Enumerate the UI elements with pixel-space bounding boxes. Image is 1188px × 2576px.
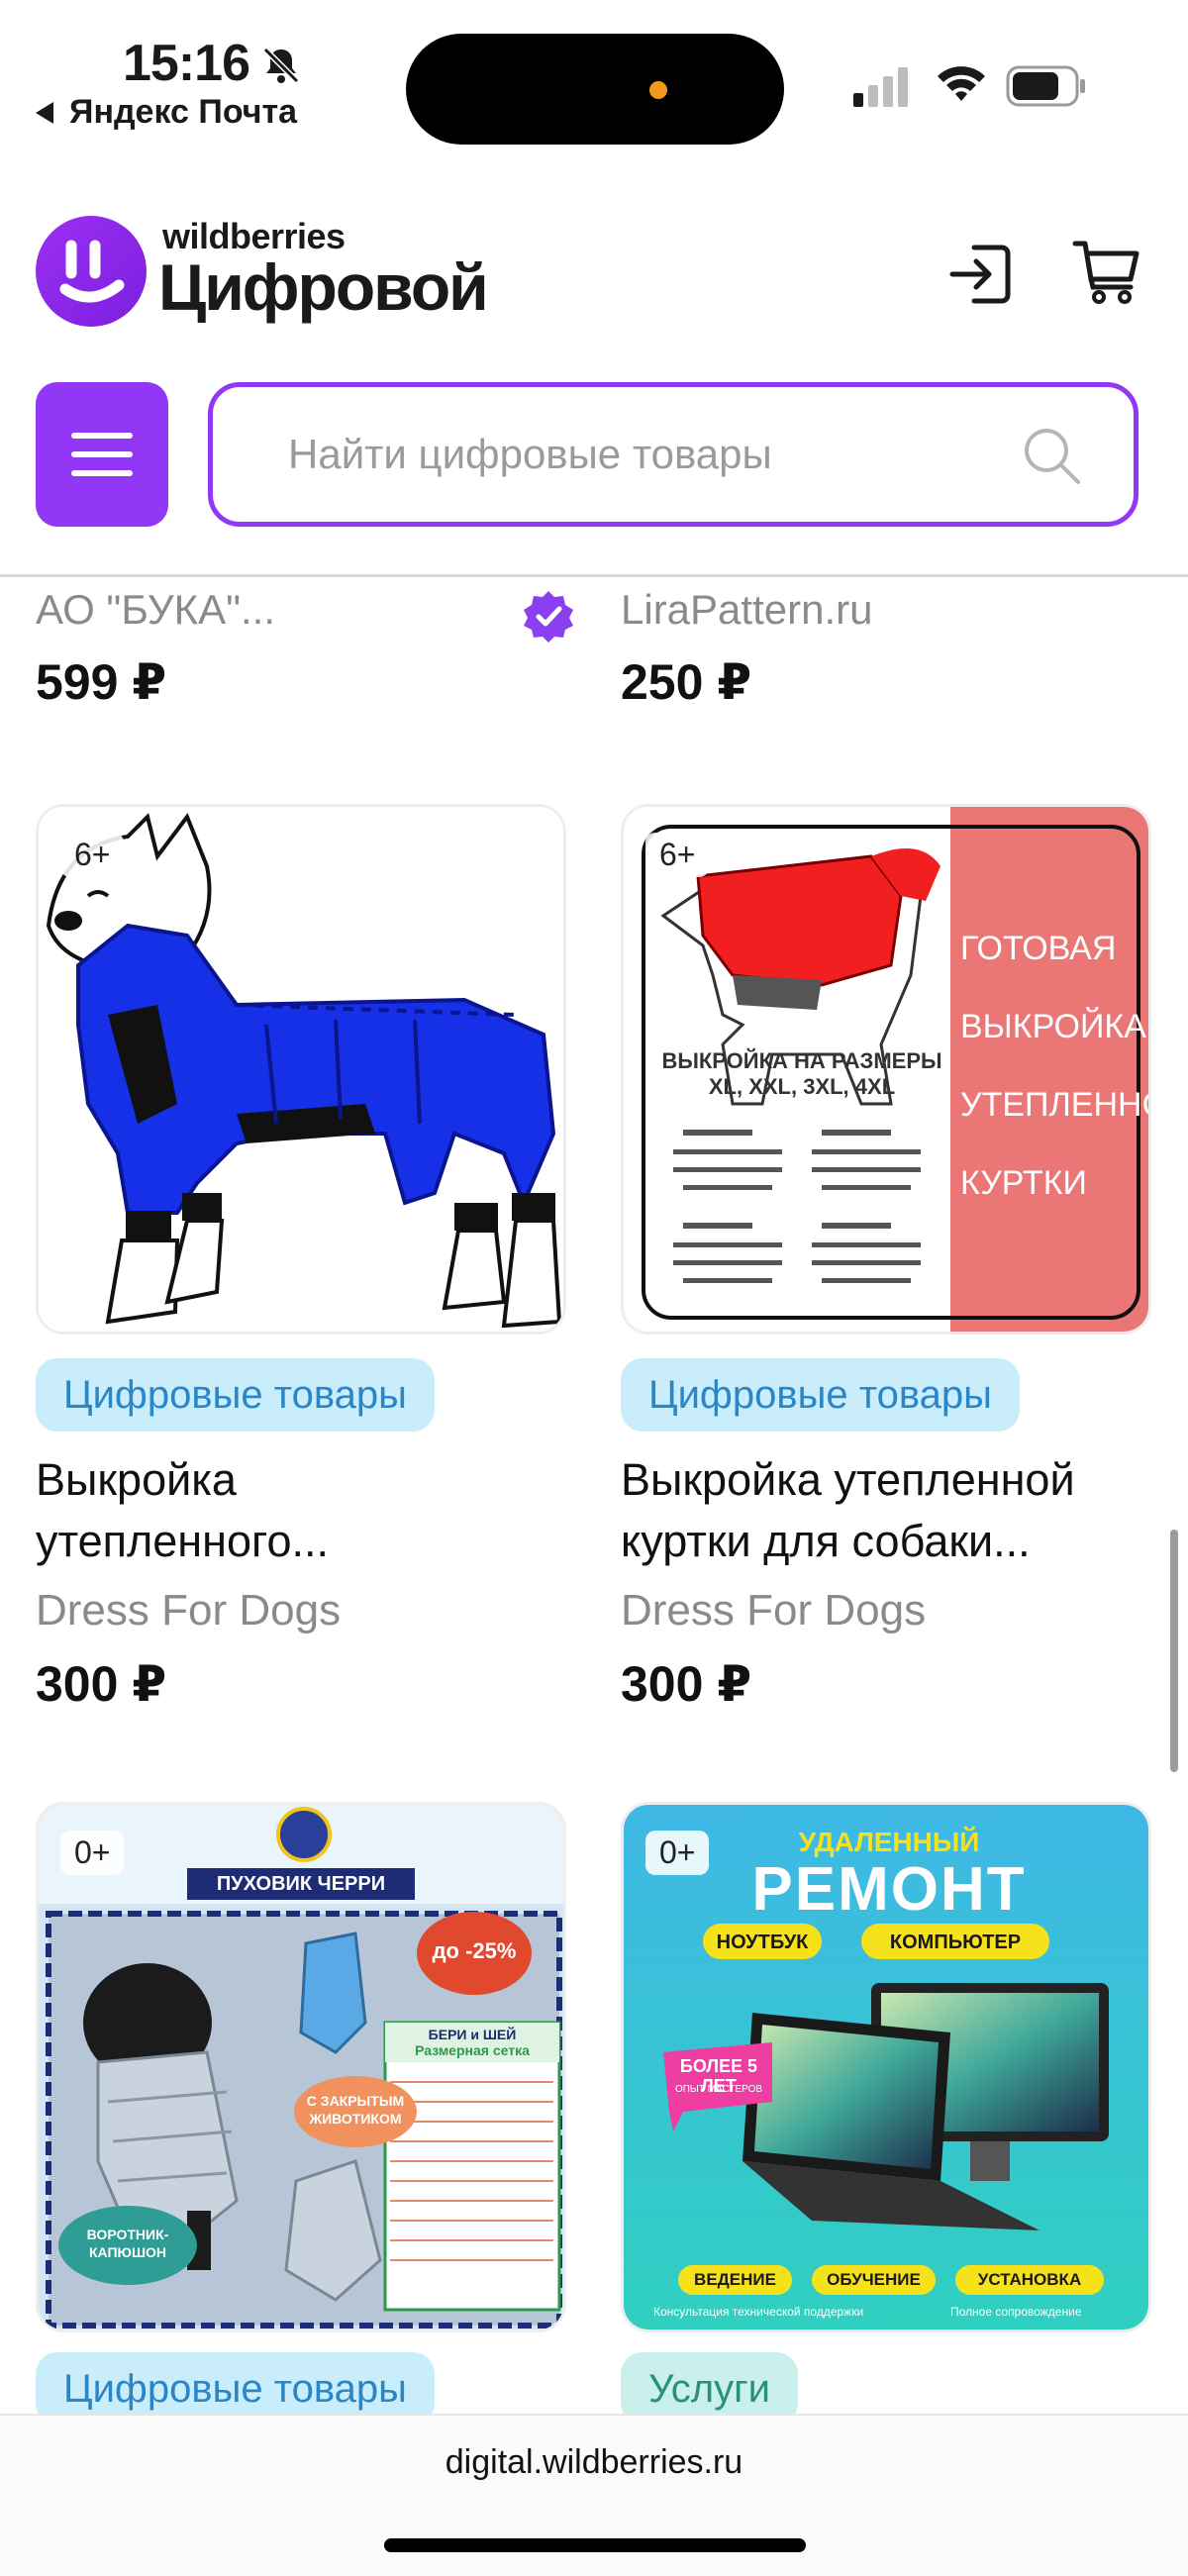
battery-icon bbox=[1006, 65, 1085, 107]
product-image[interactable]: ПУХОВИК ЧЕРРИ до -25% С ЗАКРЫТЫМ ЖИВОТИК… bbox=[36, 1802, 566, 2332]
product-title-line: Выкройка утепленной bbox=[621, 1454, 1075, 1505]
cellular-signal-icon bbox=[853, 67, 908, 107]
image-text: Полное сопровождение bbox=[950, 2305, 1082, 2319]
back-arrow-icon bbox=[36, 101, 53, 124]
image-text: XL, XXL, 3XL, 4XL bbox=[708, 1074, 896, 1099]
status-bar: 15:16 Яндекс Почта bbox=[0, 0, 1188, 149]
wildberries-logo[interactable] bbox=[36, 216, 147, 327]
image-table-header: БЕРИ и ШЕЙ Размерная сетка bbox=[391, 2027, 553, 2058]
product-title[interactable]: Выкройка утепленного... bbox=[36, 1449, 564, 1572]
image-text: УТЕПЛЕННОЙ bbox=[960, 1086, 1148, 1124]
image-text: ОПЫТ МАСТЕРОВ bbox=[674, 2084, 763, 2095]
search-bar[interactable] bbox=[208, 382, 1138, 527]
login-icon[interactable] bbox=[946, 240, 1016, 309]
image-text: БЕРИ и ШЕЙ bbox=[428, 2027, 517, 2042]
dog-jacket-illustration bbox=[39, 807, 563, 1332]
product-price: 300 ₽ bbox=[36, 1656, 167, 1712]
search-input[interactable] bbox=[288, 423, 981, 486]
size-table-graphic bbox=[663, 1124, 940, 1292]
back-to-app-link[interactable]: Яндекс Почта bbox=[36, 93, 297, 132]
home-indicator[interactable] bbox=[384, 2538, 806, 2552]
image-banner: ПУХОВИК ЧЕРРИ bbox=[216, 1873, 386, 1895]
category-badge[interactable]: Цифровые товары bbox=[621, 1358, 1020, 1432]
product-card[interactable]: АО "БУКА"... 599 ₽ bbox=[36, 586, 573, 711]
product-image[interactable]: 6+ bbox=[36, 804, 566, 1335]
image-heading: ВЫКРОЙКА НА РАЗМЕРЫ XL, XXL, 3XL, 4XL bbox=[653, 1048, 950, 1100]
image-text: ВЫКРОЙКА НА РАЗМЕРЫ bbox=[661, 1048, 942, 1073]
product-title[interactable]: Выкройка утепленной куртки для собаки... bbox=[621, 1449, 1149, 1572]
site-header: wildberries Цифровой bbox=[0, 188, 1188, 347]
image-side-caption: ГОТОВАЯ ВЫКРОЙКА УТЕПЛЕННОЙ КУРТКИ bbox=[960, 910, 1148, 1223]
image-text: НОУТБУК bbox=[716, 1932, 809, 1953]
image-discount: до -25% bbox=[432, 1938, 517, 1963]
search-icon[interactable] bbox=[1019, 423, 1084, 488]
image-text: ВЫКРОЙКА bbox=[960, 1008, 1146, 1045]
product-price: 300 ₽ bbox=[621, 1656, 752, 1712]
product-image[interactable]: УДАЛЕННЫЙ РЕМОНТ НОУТБУК КОМПЬЮТЕР БОЛЕЕ… bbox=[621, 1802, 1151, 2332]
seller-name: Dress For Dogs bbox=[621, 1586, 927, 1635]
browser-url-bar[interactable]: digital.wildberries.ru bbox=[0, 2414, 1188, 2576]
scrollbar[interactable] bbox=[1170, 1530, 1178, 1772]
age-rating: 6+ bbox=[60, 833, 125, 877]
cart-icon[interactable] bbox=[1071, 236, 1142, 307]
url-text[interactable]: digital.wildberries.ru bbox=[0, 2443, 1188, 2482]
product-title-line: Выкройка bbox=[36, 1454, 237, 1505]
product-price: 599 ₽ bbox=[36, 654, 167, 710]
image-text: Размерная сетка bbox=[415, 2042, 530, 2058]
image-caption: ВОРОТНИК-КАПЮШОН bbox=[86, 2227, 169, 2260]
image-text: КОМПЬЮТЕР bbox=[889, 1932, 1022, 1953]
brand-title: Цифровой bbox=[158, 250, 489, 324]
product-card[interactable]: LiraPattern.ru 250 ₽ bbox=[621, 586, 1149, 711]
age-rating: 0+ bbox=[60, 1831, 125, 1875]
clock: 15:16 bbox=[123, 35, 250, 92]
image-text: Консультация технической поддержки bbox=[653, 2305, 864, 2319]
seller-name: LiraPattern.ru bbox=[621, 586, 873, 633]
menu-button[interactable] bbox=[36, 382, 168, 527]
seller-name: Dress For Dogs bbox=[36, 1586, 342, 1635]
header-divider bbox=[0, 574, 1188, 577]
verified-badge-icon bbox=[524, 591, 573, 643]
age-rating: 0+ bbox=[645, 1831, 710, 1875]
product-price: 250 ₽ bbox=[621, 654, 752, 710]
image-text: УСТАНОВКА bbox=[977, 2270, 1082, 2289]
bell-muted-icon bbox=[262, 47, 300, 84]
category-badge[interactable]: Цифровые товары bbox=[36, 1358, 435, 1432]
image-text: ГОТОВАЯ bbox=[960, 930, 1117, 967]
image-text: ОБУЧЕНИЕ bbox=[827, 2270, 921, 2289]
wifi-icon bbox=[938, 66, 985, 101]
image-text: ВЕДЕНИЕ bbox=[694, 2270, 776, 2289]
image-text: КУРТКИ bbox=[960, 1164, 1087, 1202]
product-image[interactable]: ГОТОВАЯ ВЫКРОЙКА УТЕПЛЕННОЙ КУРТКИ ВЫКРО… bbox=[621, 804, 1151, 1335]
age-rating: 6+ bbox=[645, 833, 710, 877]
product-title-line: утепленного... bbox=[36, 1516, 329, 1566]
dynamic-island bbox=[406, 34, 784, 145]
product-title-line: куртки для собаки... bbox=[621, 1516, 1031, 1566]
hamburger-icon bbox=[71, 433, 133, 439]
seller-name: АО "БУКА"... bbox=[36, 586, 276, 633]
image-caption: С ЗАКРЫТЫМ ЖИВОТИКОМ bbox=[306, 2093, 405, 2127]
back-app-label: Яндекс Почта bbox=[69, 93, 298, 131]
